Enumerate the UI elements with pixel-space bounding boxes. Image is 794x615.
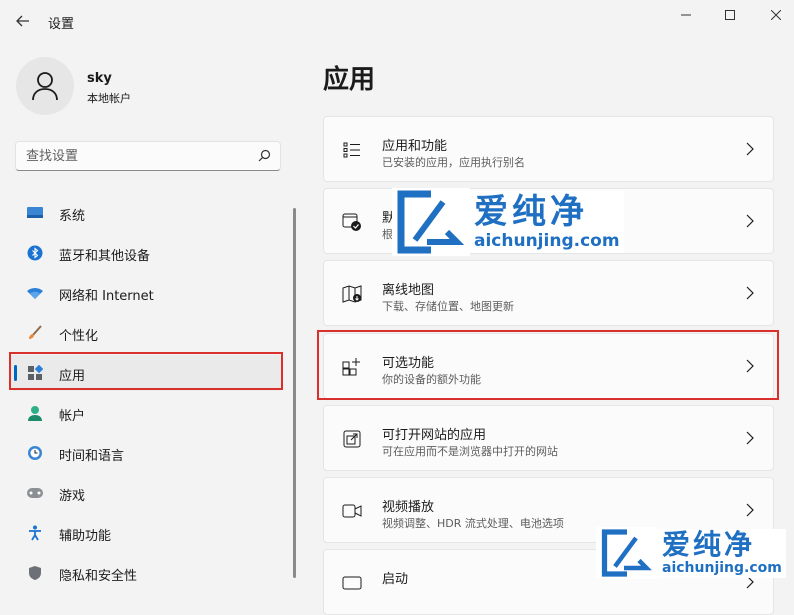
- chevron-right-icon: [746, 214, 754, 228]
- search-input[interactable]: [26, 147, 246, 165]
- chevron-right-icon: [746, 142, 754, 156]
- card-startup[interactable]: 启动: [323, 549, 774, 615]
- bluetooth-icon: [26, 245, 44, 261]
- card-title: 离线地图: [382, 283, 435, 298]
- card-title: 应用和功能: [382, 139, 448, 154]
- system-icon: [26, 205, 44, 221]
- wifi-icon: [26, 285, 44, 301]
- sidebar-item-personalization[interactable]: 个性化: [10, 315, 282, 351]
- open-web-icon: [342, 429, 362, 449]
- startup-icon: [342, 573, 362, 593]
- search-box[interactable]: [15, 141, 281, 171]
- account-type: 本地帐户: [87, 92, 131, 105]
- card-subtitle: 下载、存储位置、地图更新: [382, 300, 514, 313]
- selection-indicator: [14, 365, 17, 381]
- sidebar-scrollbar[interactable]: [293, 208, 296, 578]
- card-apps-for-websites[interactable]: 可打开网站的应用 可在应用而不是浏览器中打开的网站: [323, 405, 774, 471]
- back-button[interactable]: [12, 10, 34, 32]
- brush-icon: [26, 325, 44, 341]
- maximize-button[interactable]: [719, 6, 741, 24]
- card-title: 视频播放: [382, 500, 435, 515]
- sidebar-item-label: 网络和 Internet: [59, 289, 154, 304]
- title-bar: 设置: [0, 0, 794, 44]
- account-icon: [26, 405, 44, 421]
- shield-icon: [26, 565, 44, 581]
- card-apps-features[interactable]: 应用和功能 已安装的应用，应用执行别名: [323, 116, 774, 182]
- optional-features-icon: [342, 357, 362, 377]
- sidebar-item-label: 帐户: [59, 409, 86, 424]
- chevron-right-icon: [746, 286, 754, 300]
- card-optional-features[interactable]: 可选功能 你的设备的额外功能: [323, 333, 774, 399]
- user-name: sky: [87, 71, 112, 86]
- person-icon: [32, 72, 58, 101]
- sidebar-item-label: 时间和语言: [59, 449, 125, 464]
- sidebar-item-label: 个性化: [59, 329, 99, 344]
- sidebar-item-privacy[interactable]: 隐私和安全性: [10, 555, 282, 591]
- gamepad-icon: [26, 485, 44, 501]
- sidebar-item-label: 系统: [59, 209, 86, 224]
- close-icon: [771, 10, 781, 20]
- minimize-icon: [681, 14, 691, 16]
- app-title: 设置: [48, 17, 75, 32]
- video-icon: [342, 501, 362, 521]
- sidebar-item-label: 蓝牙和其他设备: [59, 249, 151, 264]
- chevron-right-icon: [746, 359, 754, 373]
- map-icon: [342, 284, 362, 304]
- sidebar-item-accessibility[interactable]: 辅助功能: [10, 515, 282, 551]
- chevron-right-icon: [746, 431, 754, 445]
- sidebar-item-system[interactable]: 系统: [10, 195, 282, 231]
- default-apps-icon: [342, 212, 362, 232]
- sidebar-item-gaming[interactable]: 游戏: [10, 475, 282, 511]
- sidebar-item-label: 游戏: [59, 489, 86, 504]
- maximize-icon: [725, 10, 735, 20]
- sidebar-item-bluetooth[interactable]: 蓝牙和其他设备: [10, 235, 282, 271]
- card-title: 可打开网站的应用: [382, 428, 487, 443]
- sidebar-item-network[interactable]: 网络和 Internet: [10, 275, 282, 311]
- card-subtitle: 根据文件和链接类型选择默认应用，其他默认应用: [382, 228, 624, 241]
- card-offline-maps[interactable]: 离线地图 下载、存储位置、地图更新: [323, 260, 774, 326]
- chevron-right-icon: [746, 575, 754, 589]
- sidebar-item-label: 隐私和安全性: [59, 569, 138, 584]
- card-title: 可选功能: [382, 356, 435, 371]
- card-subtitle: 视频调整、HDR 流式处理、电池选项: [382, 517, 564, 530]
- card-title: 默认应用: [382, 211, 435, 226]
- search-icon[interactable]: [258, 149, 271, 162]
- sidebar-item-accounts[interactable]: 帐户: [10, 395, 282, 431]
- apps-icon: [26, 365, 44, 381]
- page-title: 应用: [323, 65, 376, 95]
- accessibility-icon: [26, 525, 44, 541]
- card-default-apps[interactable]: 默认应用 根据文件和链接类型选择默认应用，其他默认应用: [323, 188, 774, 254]
- card-subtitle: 可在应用而不是浏览器中打开的网站: [382, 445, 558, 458]
- sidebar-item-time-language[interactable]: 时间和语言: [10, 435, 282, 471]
- card-subtitle: 你的设备的额外功能: [382, 373, 481, 386]
- sidebar-item-label: 应用: [59, 369, 86, 384]
- card-subtitle: 已安装的应用，应用执行别名: [382, 156, 525, 169]
- sidebar-item-label: 辅助功能: [59, 529, 112, 544]
- clock-globe-icon: [26, 445, 44, 461]
- list-icon: [342, 140, 362, 160]
- minimize-button[interactable]: [675, 6, 697, 24]
- card-title: 启动: [382, 572, 409, 587]
- back-arrow-icon: [16, 15, 29, 27]
- avatar[interactable]: [16, 57, 74, 115]
- sidebar-item-apps[interactable]: 应用: [10, 355, 282, 391]
- close-button[interactable]: [765, 6, 787, 24]
- chevron-right-icon: [746, 503, 754, 517]
- card-video-playback[interactable]: 视频播放 视频调整、HDR 流式处理、电池选项: [323, 477, 774, 543]
